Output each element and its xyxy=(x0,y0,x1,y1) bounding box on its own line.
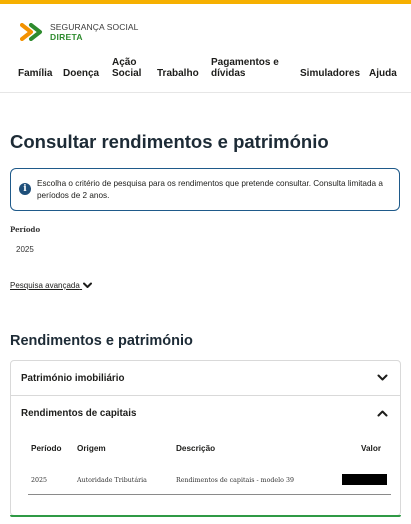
logo-line-1: SEGURANÇA SOCIAL xyxy=(50,22,139,32)
top-accent-bar xyxy=(0,0,411,4)
table-row-divider xyxy=(28,494,391,495)
accordion-panel-rendimentos-capitais: Período Origem Descrição Valor 2025 Auto… xyxy=(11,432,400,515)
logo[interactable]: SEGURANÇA SOCIAL DIRETA xyxy=(20,22,139,42)
accordion-label: Rendimentos de capitais xyxy=(21,408,137,419)
period-value[interactable]: 2025 xyxy=(16,245,34,254)
info-alert-text: Escolha o critério de pesquisa para os r… xyxy=(37,179,383,200)
column-header-periodo: Período xyxy=(31,444,62,453)
advanced-search-toggle[interactable]: Pesquisa avançada xyxy=(10,281,93,290)
logo-line-2: DIRETA xyxy=(50,32,83,42)
nav-item-simuladores[interactable]: Simuladores xyxy=(300,68,360,79)
nav-item-acao-social[interactable]: Ação Social xyxy=(112,57,144,79)
nav-item-familia[interactable]: Família xyxy=(18,68,52,79)
cell-origem: Autoridade Tributária xyxy=(77,477,147,484)
nav-item-trabalho[interactable]: Trabalho xyxy=(157,68,199,79)
nav-divider xyxy=(0,92,411,93)
nav-item-ajuda[interactable]: Ajuda xyxy=(369,68,397,79)
results-section-title: Rendimentos e património xyxy=(10,333,193,349)
column-header-origem: Origem xyxy=(77,444,106,453)
nav-item-doenca[interactable]: Doença xyxy=(63,68,99,79)
accordion-label: Património imobiliário xyxy=(21,373,125,384)
accordion-active-border xyxy=(10,515,401,517)
info-icon: i xyxy=(19,183,31,195)
column-header-descricao: Descrição xyxy=(176,444,216,453)
results-accordion: Património imobiliário Rendimentos de ca… xyxy=(10,360,401,516)
nav-item-pagamentos-dividas[interactable]: Pagamentos e dívidas xyxy=(211,57,281,79)
cell-periodo: 2025 xyxy=(31,477,48,484)
accordion-header-patrimonio-imobiliario[interactable]: Património imobiliário xyxy=(11,361,400,396)
period-label: Período xyxy=(10,225,41,234)
info-alert: i Escolha o critério de pesquisa para os… xyxy=(10,168,400,211)
seguranca-social-logo-icon xyxy=(20,23,42,41)
page-title: Consultar rendimentos e património xyxy=(10,131,329,152)
main-nav: Família Doença Ação Social Trabalho Paga… xyxy=(0,56,411,86)
chevron-down-icon xyxy=(377,374,388,381)
cell-descricao: Rendimentos de capitais - modelo 39 xyxy=(176,477,294,484)
chevron-up-icon xyxy=(377,410,388,417)
chevron-down-icon xyxy=(83,282,93,289)
logo-text: SEGURANÇA SOCIAL DIRETA xyxy=(50,22,139,42)
cell-valor-redacted xyxy=(342,474,387,485)
column-header-valor: Valor xyxy=(361,444,382,453)
accordion-header-rendimentos-capitais[interactable]: Rendimentos de capitais xyxy=(11,396,400,432)
advanced-search-label: Pesquisa avançada xyxy=(10,281,80,290)
